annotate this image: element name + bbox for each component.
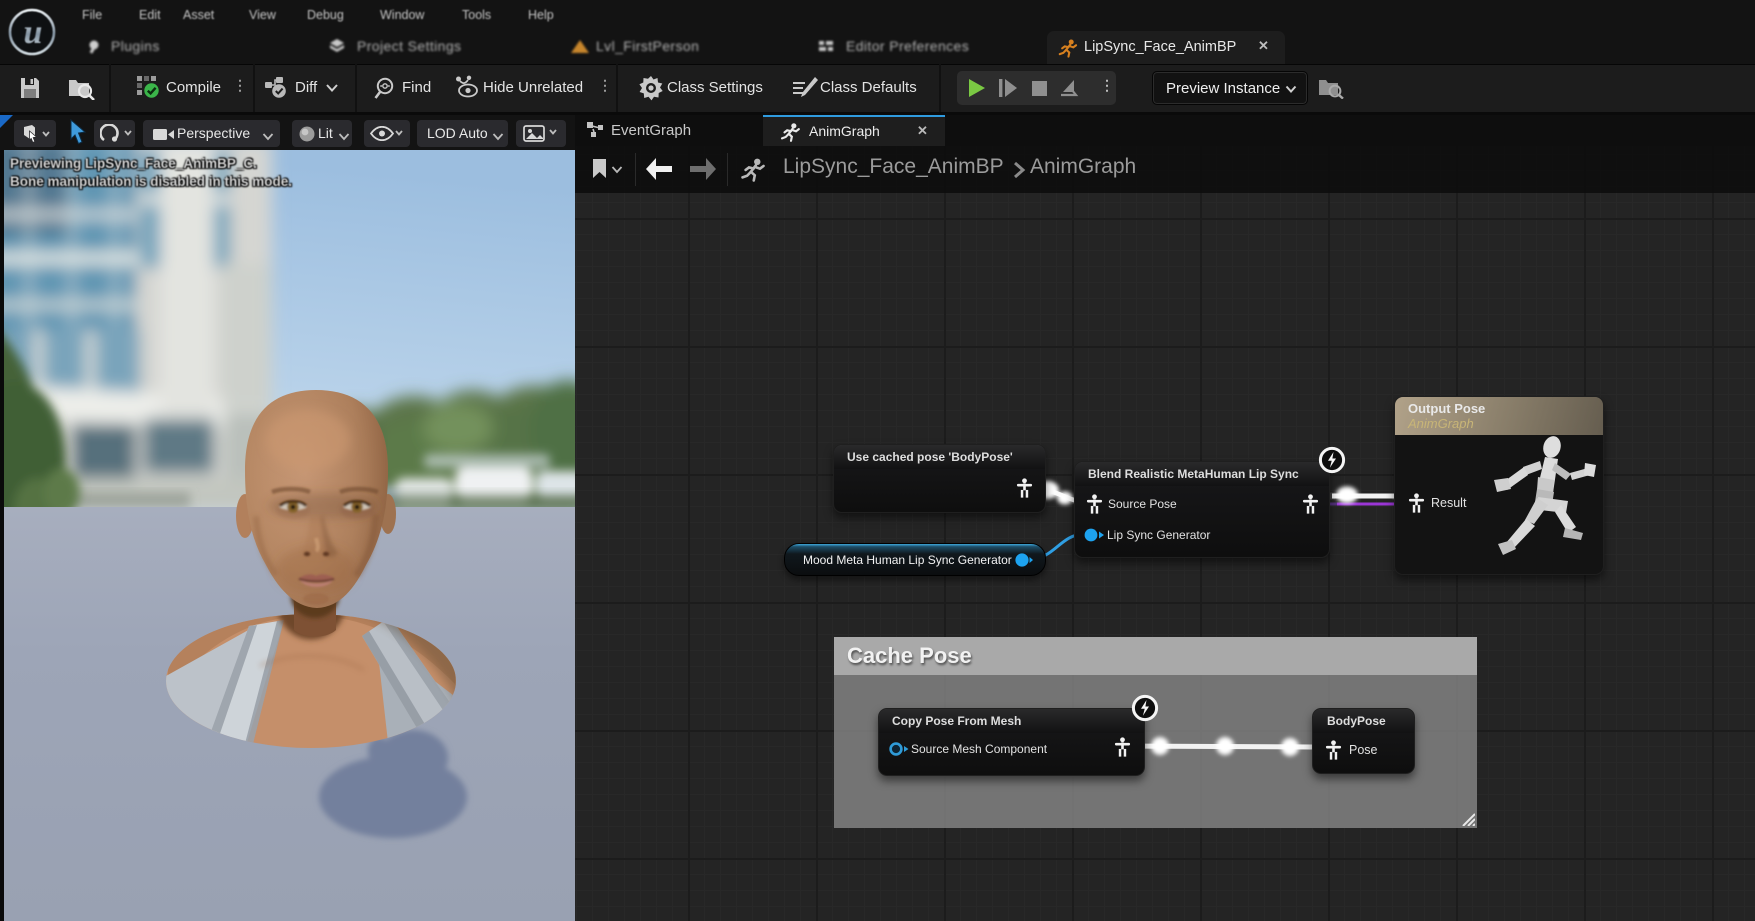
svg-text:u: u	[24, 14, 43, 51]
